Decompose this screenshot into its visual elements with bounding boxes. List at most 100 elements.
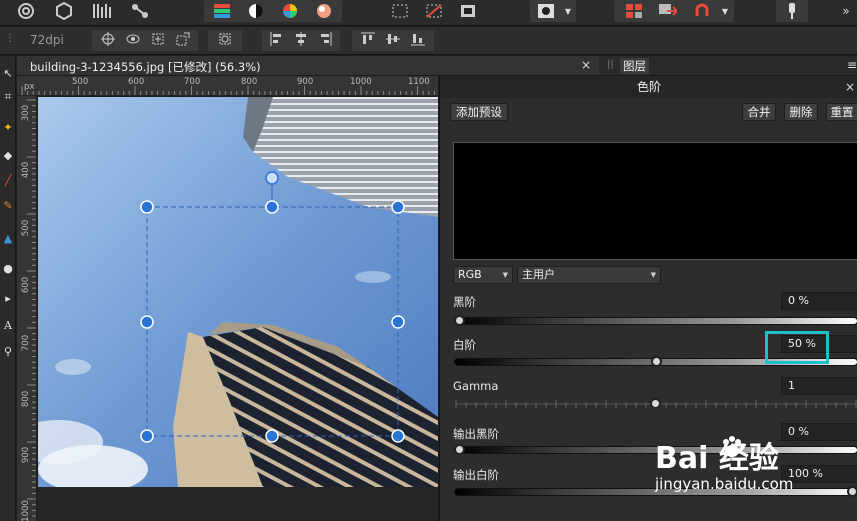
ruler-left-label: 400 (21, 161, 32, 179)
highlight-box (765, 331, 829, 364)
toolbar-grip-icon: ⋮ (5, 33, 15, 44)
black-white-icon[interactable] (244, 0, 268, 22)
source-select[interactable]: 主用户 ▼ (517, 266, 661, 284)
align-middle-icon[interactable] (385, 32, 400, 49)
assistant-group (776, 0, 808, 22)
snapping-dropdown-icon[interactable]: ▼ (718, 0, 732, 22)
black-level-thumb[interactable] (454, 315, 465, 326)
ruler-left-label: 600 (21, 276, 32, 294)
output-black-label: 输出黑阶 (453, 427, 499, 441)
context-toolbar: ⋮ 72dpi (0, 27, 857, 55)
panel-title: 色阶 (440, 76, 857, 98)
gamma-label: Gamma (453, 379, 499, 393)
ruler-left-label: 800 (21, 390, 32, 408)
align-horizontal-group (262, 30, 340, 51)
crosshair-icon[interactable] (100, 32, 115, 49)
output-black-thumb[interactable] (454, 444, 465, 455)
ruler-unit: px (24, 82, 35, 92)
align-bottom-icon[interactable] (411, 32, 426, 49)
close-document-icon[interactable]: × (581, 58, 591, 72)
clone-tool-icon[interactable]: ▲ (1, 231, 15, 245)
persona-photo-icon[interactable] (14, 0, 38, 22)
move-tool-icon[interactable]: ↖ (1, 66, 15, 80)
persona-liquify-icon[interactable] (52, 0, 76, 22)
hsl-icon[interactable] (278, 0, 302, 22)
eye-icon[interactable] (126, 32, 140, 49)
ruler-top-label: 600 (128, 77, 145, 87)
white-level-thumb[interactable] (650, 356, 662, 367)
gamma-thumb[interactable] (649, 398, 661, 409)
pasteboard (38, 487, 438, 521)
gamma-slider[interactable] (454, 398, 857, 409)
pencil-icon[interactable]: ✎ (1, 198, 15, 212)
zoom-tool-icon[interactable]: ⚲ (1, 344, 15, 358)
crop-tool-icon[interactable]: ⌗ (1, 90, 15, 104)
persona-develop-icon[interactable] (90, 0, 114, 22)
histogram (453, 142, 857, 260)
paint-brush-icon[interactable]: ╱ (1, 173, 15, 187)
align-center-icon[interactable] (294, 32, 308, 49)
grid-icon[interactable] (622, 0, 646, 22)
ruler-top-label: 1000 (350, 77, 372, 87)
adjustment-quick-group (204, 0, 342, 22)
mask-icon[interactable] (534, 0, 558, 22)
move-layer-icon[interactable] (656, 0, 680, 22)
black-level-label: 黑阶 (453, 295, 476, 309)
black-level-field[interactable]: 0 % (781, 292, 857, 310)
ruler-top-label: 800 (241, 77, 258, 87)
gamma-field[interactable]: 1 (781, 377, 857, 395)
assistant-icon[interactable] (780, 0, 804, 22)
black-level-slider[interactable] (454, 315, 857, 326)
document-canvas[interactable] (38, 97, 438, 487)
white-balance-icon[interactable] (312, 0, 336, 22)
dpi-readout: 72dpi (30, 33, 64, 47)
selection-brush-icon[interactable]: ✦ (1, 120, 15, 134)
delete-button[interactable]: 删除 (784, 103, 818, 121)
channel-select[interactable]: RGB ▼ (453, 266, 513, 284)
tab-layers[interactable]: 图层 (620, 58, 649, 74)
main-toolbar: ▼ ▼ » (0, 0, 857, 26)
transform-box[interactable] (38, 97, 438, 487)
pen-tool-icon[interactable]: ▸ (1, 291, 15, 305)
add-preset-button[interactable]: 添加预设 (450, 103, 508, 121)
blur-tool-icon[interactable]: ● (1, 261, 15, 275)
arrange-group: ▼ (614, 0, 734, 22)
levels-quick-icon[interactable] (210, 0, 234, 22)
source-select-value: 主用户 (522, 268, 555, 281)
ruler-top: px 500 600 700 800 900 1000 1100 (17, 76, 438, 96)
align-left-icon[interactable] (270, 32, 284, 49)
more-icon[interactable]: » (838, 0, 854, 22)
ruler-left-label: 1000 (20, 500, 31, 521)
panel-grip-icon: || (607, 59, 614, 70)
align-top-icon[interactable] (360, 32, 375, 49)
ruler-top-label: 1100 (408, 77, 430, 87)
reset-transform-group (208, 30, 242, 51)
snapping-icon[interactable] (690, 0, 714, 22)
text-tool-icon[interactable]: A (1, 318, 15, 332)
align-right-icon[interactable] (318, 32, 332, 49)
invert-selection-icon[interactable] (456, 0, 480, 22)
ruler-left-label: 300 (21, 104, 32, 122)
rotate-box-icon[interactable] (176, 32, 190, 49)
panel-close-icon[interactable]: × (845, 76, 855, 98)
reset-button[interactable]: 重置 (826, 103, 857, 121)
deselect-icon[interactable] (422, 0, 446, 22)
baidu-watermark: Bai 经验 jingyan.baidu.com (655, 433, 793, 493)
transform-tools-group (92, 30, 198, 51)
share-icon[interactable] (128, 0, 152, 22)
flood-fill-icon[interactable]: ◆ (1, 148, 15, 162)
marquee-icon[interactable] (388, 0, 412, 22)
transform-box-icon[interactable] (151, 32, 165, 49)
watermark-brand: Bai 经验 (655, 441, 779, 476)
ruler-top-label: 900 (297, 77, 314, 87)
panel-tab-bar: || 图层 ≡ (599, 56, 857, 76)
panel-menu-icon[interactable]: ≡ (847, 58, 857, 72)
document-tab[interactable]: building-3-1234556.jpg [已修改] (56.3%) × (17, 56, 599, 76)
align-vertical-group (352, 30, 434, 51)
mask-dropdown-icon[interactable]: ▼ (562, 0, 574, 22)
reset-transform-icon[interactable] (218, 32, 232, 49)
merge-button[interactable]: 合并 (742, 103, 776, 121)
output-white-thumb[interactable] (847, 486, 857, 497)
mask-group: ▼ (530, 0, 576, 22)
white-level-label: 白阶 (453, 338, 476, 352)
